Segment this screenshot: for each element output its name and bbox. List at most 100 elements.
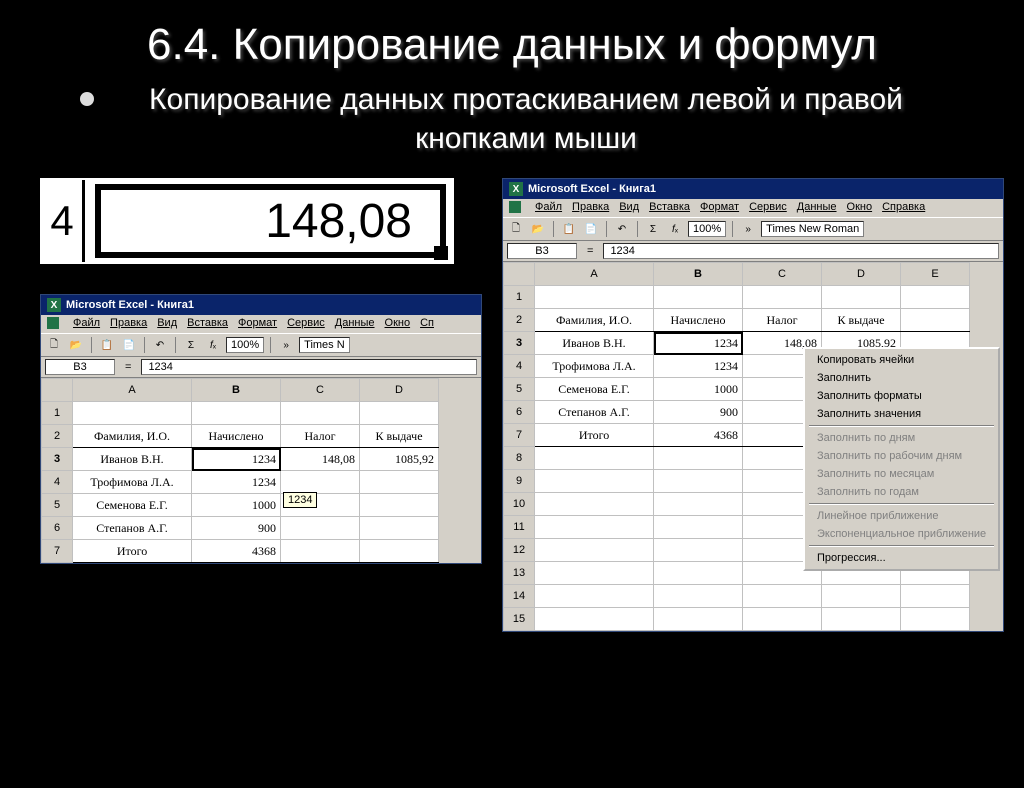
ctx-linear: Линейное приближение <box>807 507 996 525</box>
doc-icon <box>509 201 521 213</box>
menu-file[interactable]: Файл <box>73 317 100 329</box>
sum-icon[interactable]: Σ <box>182 336 200 354</box>
toolbar[interactable]: 🗋 📂 📋 📄 ↶ Σ fₓ 100% » Times New Roman <box>503 217 1003 241</box>
spreadsheet-grid-left[interactable]: A B C D 1 2 Фамилия, И.О. Начислено Нало… <box>41 378 439 563</box>
font-box[interactable]: Times New Roman <box>761 221 864 237</box>
col-c[interactable]: C <box>743 263 822 286</box>
copy-icon[interactable]: 📋 <box>560 220 578 238</box>
table-row: 1 <box>504 286 970 309</box>
excel-window-right: X Microsoft Excel - Книга1 Файл Правка В… <box>502 178 1004 632</box>
paste-icon[interactable]: 📄 <box>582 220 600 238</box>
menu-tools[interactable]: Сервис <box>287 317 325 329</box>
col-b[interactable]: B <box>192 379 281 402</box>
table-row: 7 Итого 4368 <box>42 540 439 563</box>
window-title: Microsoft Excel - Книга1 <box>66 299 194 311</box>
col-c[interactable]: C <box>281 379 360 402</box>
font-box[interactable]: Times N <box>299 337 350 353</box>
table-row: 5 Семенова Е.Г. 1000 1234 <box>42 494 439 517</box>
undo-icon[interactable]: ↶ <box>613 220 631 238</box>
chevron-icon[interactable]: » <box>277 336 295 354</box>
copy-icon[interactable]: 📋 <box>98 336 116 354</box>
menu-window[interactable]: Окно <box>385 317 411 329</box>
ctx-fill-workdays: Заполнить по рабочим дням <box>807 447 996 465</box>
ctx-fill[interactable]: Заполнить <box>807 369 996 387</box>
menu-file[interactable]: Файл <box>535 201 562 213</box>
zoom-cell: 4 148,08 <box>40 178 454 264</box>
context-menu[interactable]: Копировать ячейки Заполнить Заполнить фо… <box>803 347 1000 571</box>
name-box[interactable]: B3 <box>507 243 577 259</box>
formula-value[interactable]: 1234 <box>141 359 477 375</box>
menu-data[interactable]: Данные <box>335 317 375 329</box>
ctx-fill-years: Заполнить по годам <box>807 483 996 501</box>
menu-view[interactable]: Вид <box>619 201 639 213</box>
table-row: 2 Фамилия, И.О. Начислено Налог К выдаче <box>42 425 439 448</box>
zoom-box[interactable]: 100% <box>226 337 264 353</box>
table-row: 15 <box>504 608 970 631</box>
table-row: 3 Иванов В.Н. 1234 148,08 1085,92 <box>42 448 439 471</box>
fx-icon[interactable]: fₓ <box>204 336 222 354</box>
col-a[interactable]: A <box>73 379 192 402</box>
sum-icon[interactable]: Σ <box>644 220 662 238</box>
ctx-progression[interactable]: Прогрессия... <box>807 549 996 567</box>
name-box[interactable]: B3 <box>45 359 115 375</box>
title-bar[interactable]: X Microsoft Excel - Книга1 <box>503 179 1003 199</box>
zoom-cell-value: 148,08 <box>95 184 446 258</box>
menu-data[interactable]: Данные <box>797 201 837 213</box>
menu-edit[interactable]: Правка <box>572 201 609 213</box>
col-b[interactable]: B <box>654 263 743 286</box>
paste-icon[interactable]: 📄 <box>120 336 138 354</box>
zoom-row-header: 4 <box>42 180 85 262</box>
ctx-copy-cells[interactable]: Копировать ячейки <box>807 351 996 369</box>
table-row: 6 Степанов А.Г. 900 <box>42 517 439 540</box>
menu-view[interactable]: Вид <box>157 317 177 329</box>
menu-tools[interactable]: Сервис <box>749 201 787 213</box>
title-bar[interactable]: X Microsoft Excel - Книга1 <box>41 295 481 315</box>
ctx-fill-formats[interactable]: Заполнить форматы <box>807 387 996 405</box>
bullet-icon <box>80 92 94 106</box>
ctx-fill-values[interactable]: Заполнить значения <box>807 405 996 423</box>
col-a[interactable]: A <box>535 263 654 286</box>
col-d[interactable]: D <box>360 379 439 402</box>
undo-icon[interactable]: ↶ <box>151 336 169 354</box>
menu-help[interactable]: Сп <box>420 317 434 329</box>
col-e[interactable]: E <box>901 263 970 286</box>
zoom-box[interactable]: 100% <box>688 221 726 237</box>
equals-label: = <box>125 361 131 373</box>
drag-tooltip: 1234 <box>283 492 317 508</box>
excel-icon: X <box>509 182 523 196</box>
new-icon[interactable]: 🗋 <box>45 336 63 354</box>
formula-bar[interactable]: B3 = 1234 <box>503 241 1003 262</box>
excel-window-left: X Microsoft Excel - Книга1 Файл Правка В… <box>40 294 482 564</box>
table-row: 14 <box>504 585 970 608</box>
doc-icon <box>47 317 59 329</box>
menu-help[interactable]: Справка <box>882 201 925 213</box>
toolbar[interactable]: 🗋 📂 📋 📄 ↶ Σ fₓ 100% » Times N <box>41 333 481 357</box>
menu-format[interactable]: Формат <box>238 317 277 329</box>
chevron-icon[interactable]: » <box>739 220 757 238</box>
excel-icon: X <box>47 298 61 312</box>
fx-icon[interactable]: fₓ <box>666 220 684 238</box>
menu-insert[interactable]: Вставка <box>187 317 228 329</box>
menu-edit[interactable]: Правка <box>110 317 147 329</box>
menu-bar[interactable]: Файл Правка Вид Вставка Формат Сервис Да… <box>41 315 481 333</box>
new-icon[interactable]: 🗋 <box>507 220 525 238</box>
equals-label: = <box>587 245 593 257</box>
table-row: 1 <box>42 402 439 425</box>
ctx-exponential: Экспоненциальное приближение <box>807 525 996 543</box>
slide-subtitle: Копирование данных протаскиванием левой … <box>108 80 944 158</box>
menu-format[interactable]: Формат <box>700 201 739 213</box>
formula-bar[interactable]: B3 = 1234 <box>41 357 481 378</box>
menu-bar[interactable]: Файл Правка Вид Вставка Формат Сервис Да… <box>503 199 1003 217</box>
ctx-fill-days: Заполнить по дням <box>807 429 996 447</box>
open-icon[interactable]: 📂 <box>67 336 85 354</box>
ctx-fill-months: Заполнить по месяцам <box>807 465 996 483</box>
col-d[interactable]: D <box>822 263 901 286</box>
table-row: 4 Трофимова Л.А. 1234 <box>42 471 439 494</box>
open-icon[interactable]: 📂 <box>529 220 547 238</box>
menu-insert[interactable]: Вставка <box>649 201 690 213</box>
table-row: 2 Фамилия, И.О. Начислено Налог К выдаче <box>504 309 970 332</box>
menu-window[interactable]: Окно <box>847 201 873 213</box>
formula-value[interactable]: 1234 <box>603 243 999 259</box>
window-title: Microsoft Excel - Книга1 <box>528 183 656 195</box>
slide-title: 6.4. Копирование данных и формул <box>40 20 984 70</box>
